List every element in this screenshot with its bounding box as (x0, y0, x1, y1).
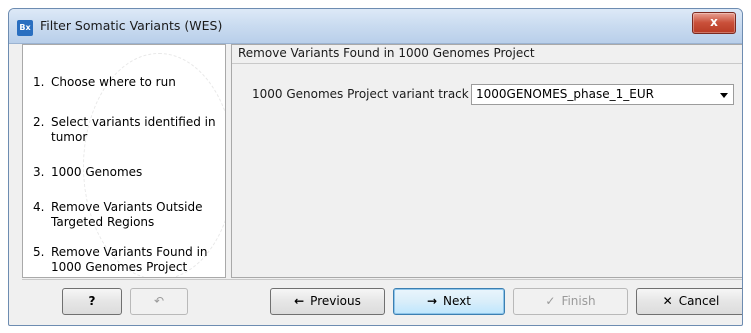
variant-track-label: 1000 Genomes Project variant track (252, 87, 469, 101)
dialog-window: Bx Filter Somatic Variants (WES) x 1. Cho… (8, 8, 743, 326)
button-bar: ? ↶ ← Previous → Next ✓ Finish ✕ Cancel (22, 279, 742, 323)
app-icon: Bx (17, 20, 33, 36)
variant-track-select[interactable]: 1000GENOMES_phase_1_EUR (471, 84, 734, 105)
arrow-left-icon: ← (294, 294, 305, 308)
wizard-steps-panel: 1. Choose where to run 2. Select variants … (22, 44, 226, 278)
selected-value: 1000GENOMES_phase_1_EUR (476, 87, 654, 101)
checkmark-icon: ✓ (545, 294, 556, 308)
step-label: Choose where to run (51, 75, 176, 89)
help-button[interactable]: ? (62, 288, 122, 315)
next-button[interactable]: → Next (393, 288, 505, 315)
step-label: Remove Variants Found in 1000 Genomes Pr… (51, 245, 208, 274)
step-1: 1. Choose where to run (33, 75, 223, 90)
step-5: 5. Remove Variants Found in 1000 Genomes … (33, 245, 223, 275)
step-3: 3. 1000 Genomes (33, 165, 223, 180)
close-icon: ✕ (662, 294, 673, 308)
close-button[interactable]: x (692, 12, 736, 34)
restore-button[interactable]: ↶ (130, 288, 188, 315)
previous-button[interactable]: ← Previous (270, 288, 385, 315)
content-panel: Remove Variants Found in 1000 Genomes Pr… (231, 44, 742, 278)
arrow-right-icon: → (426, 294, 438, 308)
step-4: 4. Remove Variants Outside Targeted Regio… (33, 200, 223, 230)
step-label: Select variants identified in tumor (51, 115, 216, 144)
title-bar: Bx Filter Somatic Variants (WES) x (9, 9, 742, 44)
finish-button[interactable]: ✓ Finish (513, 288, 628, 315)
restore-icon: ↶ (153, 294, 165, 308)
step-label: Remove Variants Outside Targeted Regions (51, 200, 203, 229)
step-label: 1000 Genomes (51, 165, 143, 179)
window-title: Filter Somatic Variants (WES) (40, 18, 223, 33)
cancel-button[interactable]: ✕ Cancel (636, 288, 742, 315)
chevron-down-icon (720, 93, 728, 98)
section-header: Remove Variants Found in 1000 Genomes Pr… (232, 45, 742, 64)
step-2: 2. Select variants identified in tumor (33, 115, 223, 145)
